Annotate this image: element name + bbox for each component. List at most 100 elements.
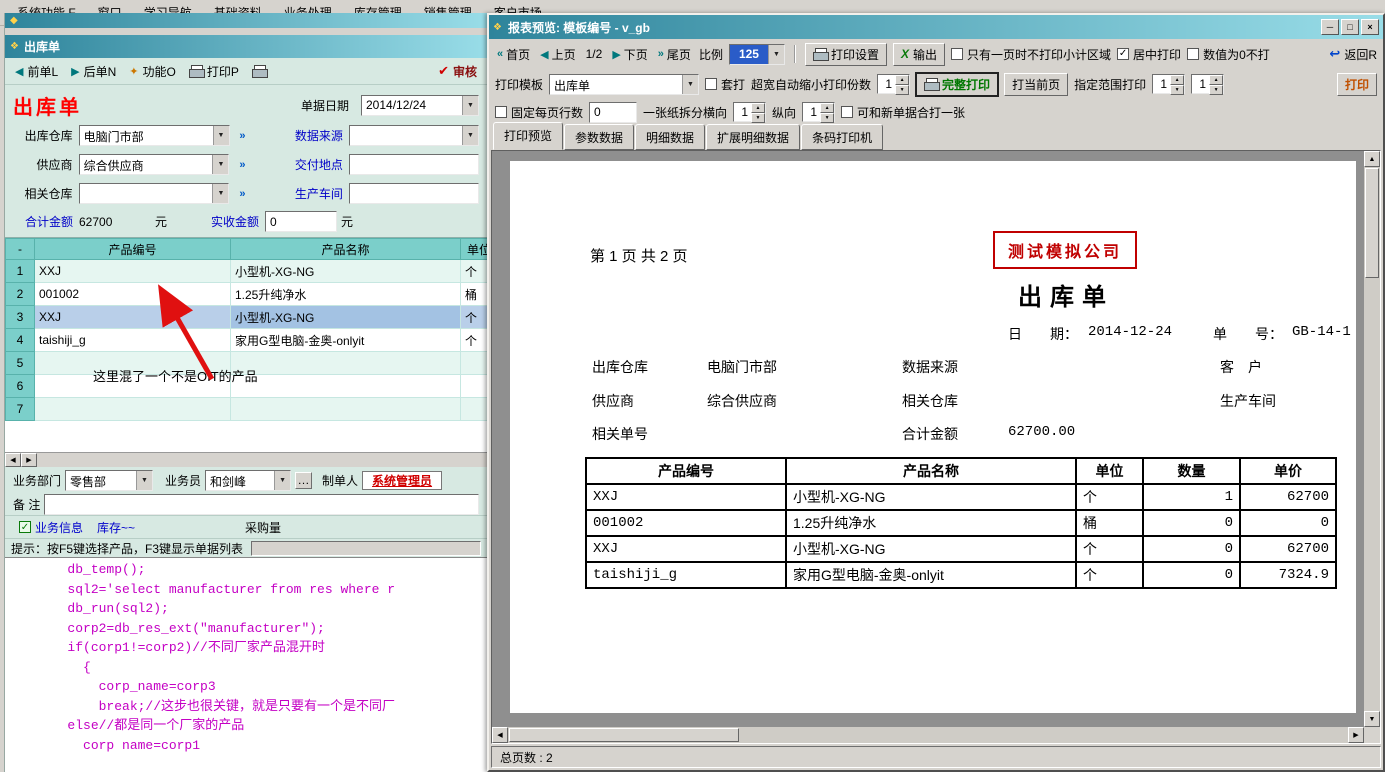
audit-button[interactable]: ✔ 审核 — [435, 61, 480, 82]
dept-combo[interactable]: 零售部 ▼ — [65, 470, 153, 491]
order-window-titlebar[interactable]: ❖ 出库单 — [5, 35, 487, 58]
scroll-left-icon[interactable]: ◀ — [5, 453, 21, 467]
scroll-left-icon[interactable]: ◀ — [492, 727, 508, 743]
scroll-right-icon[interactable]: ▶ — [1348, 727, 1364, 743]
spinner-up-icon[interactable]: ▲ — [1170, 75, 1184, 85]
paid-amount-value: 0 — [270, 215, 277, 229]
spinner-down-icon[interactable]: ▼ — [895, 85, 909, 95]
split-vertical-stepper[interactable]: 1 ▲▼ — [802, 102, 835, 122]
more-button[interactable]: … — [295, 472, 312, 489]
scroll-right-icon[interactable]: ▶ — [21, 453, 37, 467]
memo-input[interactable] — [44, 494, 479, 515]
full-print-button[interactable]: 完整打印 — [916, 73, 998, 96]
prev-page-button[interactable]: ◀ 上页 — [538, 44, 577, 65]
spinner-up-icon[interactable]: ▲ — [1209, 75, 1223, 85]
back-button[interactable]: ↩ 返回R — [1329, 46, 1377, 63]
col-header-index[interactable]: - — [6, 239, 35, 260]
print-button[interactable]: 打印 — [1337, 73, 1377, 96]
first-page-button[interactable]: « 首页 — [495, 44, 532, 65]
print-button[interactable]: 打印P — [186, 61, 242, 82]
supplier-combo[interactable]: 综合供应商 ▼ — [79, 154, 230, 175]
table-row[interactable]: 4taishiji_g 家用G型电脑-金奥-onlyit个 — [6, 329, 488, 352]
function-button[interactable]: ✦ 功能O — [126, 61, 179, 82]
parent-window-titlebar[interactable]: ◆ — [5, 13, 487, 28]
report-window-icon: ❖ — [493, 22, 502, 33]
tab-parameter-data[interactable]: 参数数据 — [564, 124, 634, 150]
col-header-product-name[interactable]: 产品名称 — [231, 239, 461, 260]
paid-amount-input[interactable]: 0 — [265, 211, 337, 232]
table-row[interactable]: 1XXJ 小型机-XG-NG个 — [6, 260, 488, 283]
no-subtotal-checkbox[interactable]: 只有一页时不打印小计区域 — [951, 46, 1111, 63]
range-from-stepper[interactable]: 1 ▲▼ — [1152, 74, 1185, 94]
prev-record-button[interactable]: ◀ 前单L — [12, 61, 61, 82]
spinner-up-icon[interactable]: ▲ — [751, 103, 765, 113]
copies-stepper[interactable]: 1 ▲▼ — [877, 74, 910, 94]
lookup-icon[interactable]: » — [234, 127, 252, 144]
zero-no-print-checkbox[interactable]: 数值为0不打 — [1187, 46, 1270, 63]
minimize-button[interactable]: ─ — [1321, 19, 1339, 35]
print-setup-button[interactable]: 打印设置 — [805, 43, 887, 66]
spinner-up-icon[interactable]: ▲ — [895, 75, 909, 85]
range-to-stepper[interactable]: 1 ▲▼ — [1191, 74, 1224, 94]
spinner-down-icon[interactable]: ▼ — [1170, 85, 1184, 95]
preview-horizontal-scrollbar[interactable]: ◀ ▶ — [492, 727, 1364, 743]
scroll-down-icon[interactable]: ▼ — [1364, 711, 1380, 727]
tab-inventory[interactable]: 库存~~ — [97, 519, 135, 536]
warehouse-combo[interactable]: 电脑门市部 ▼ — [79, 125, 230, 146]
spinner-down-icon[interactable]: ▼ — [1209, 85, 1223, 95]
col-header-unit[interactable]: 单位 — [461, 239, 488, 260]
table-row-selected[interactable]: 3XXJ 小型机-XG-NG个 — [6, 306, 488, 329]
lookup-icon[interactable]: » — [233, 185, 251, 202]
tab-detail-data[interactable]: 明细数据 — [635, 124, 705, 150]
page-layout-toolbar: 固定每页行数 0 一张纸拆分横向 1 ▲▼ 纵向 1 ▲▼ 可和新单据合打一张 — [489, 99, 1383, 125]
delivery-place-input[interactable] — [349, 154, 479, 175]
printer-icon — [924, 78, 938, 90]
clerk-combo[interactable]: 和剑峰 ▼ — [205, 470, 291, 491]
center-print-checkbox[interactable]: ✓ 居中打印 — [1117, 46, 1181, 63]
col-header-product-code[interactable]: 产品编号 — [35, 239, 231, 260]
workshop-input[interactable] — [349, 183, 479, 204]
data-source-combo[interactable]: ▼ — [349, 125, 479, 146]
fixed-rows-input[interactable]: 0 — [589, 102, 637, 123]
maximize-button[interactable]: □ — [1341, 19, 1359, 35]
merge-print-checkbox[interactable]: 可和新单据合打一张 — [841, 104, 965, 121]
zoom-combo[interactable]: 125 ▼ — [729, 44, 785, 65]
related-warehouse-combo[interactable]: ▼ — [79, 183, 230, 204]
split-horizontal-stepper[interactable]: 1 ▲▼ — [733, 102, 766, 122]
overlay-print-checkbox[interactable]: 套打 — [705, 76, 745, 93]
scroll-up-icon[interactable]: ▲ — [1364, 151, 1380, 167]
printer-icon — [252, 65, 266, 77]
split-vertical-value: 1 — [803, 103, 820, 121]
tab-extended-detail-data[interactable]: 扩展明细数据 — [706, 124, 800, 150]
next-record-button[interactable]: ▶ 后单N — [68, 61, 119, 82]
export-button[interactable]: X 输出 — [893, 43, 945, 66]
print-current-page-button[interactable]: 打当前页 — [1004, 73, 1068, 96]
split-horizontal-value: 1 — [734, 103, 751, 121]
scrollbar-thumb[interactable] — [509, 728, 739, 742]
lookup-icon[interactable]: » — [233, 156, 251, 173]
spinner-up-icon[interactable]: ▲ — [820, 103, 834, 113]
close-button[interactable]: × — [1361, 19, 1379, 35]
spinner-down-icon[interactable]: ▼ — [820, 113, 834, 123]
code-editor[interactable]: db_temp(); sql2='select manufacturer fro… — [5, 557, 487, 772]
template-combo[interactable]: 出库单 ▼ — [549, 74, 699, 95]
tab-barcode-printer[interactable]: 条码打印机 — [801, 124, 883, 150]
quick-print-button[interactable] — [249, 63, 269, 79]
report-window-titlebar[interactable]: ❖ 报表预览: 模板编号 - v_gb ─ □ × — [489, 15, 1383, 39]
fixed-rows-checkbox[interactable]: 固定每页行数 — [495, 104, 583, 121]
last-page-button[interactable]: » 尾页 — [656, 44, 693, 65]
preview-vertical-scrollbar[interactable]: ▲ ▼ — [1364, 151, 1380, 727]
grid-horizontal-scrollbar[interactable]: ◀ ▶ — [5, 452, 487, 467]
spinner-down-icon[interactable]: ▼ — [751, 113, 765, 123]
scrollbar-track[interactable] — [37, 453, 487, 467]
rpt-related-warehouse-label: 相关仓库 — [902, 391, 958, 411]
tab-print-preview[interactable]: 打印预览 — [493, 122, 563, 150]
next-page-button[interactable]: ▶ 下页 — [610, 44, 649, 65]
scrollbar-thumb[interactable] — [1365, 168, 1379, 278]
order-date-combo[interactable]: 2014/12/24 ▼ — [361, 95, 479, 116]
tab-purchase-qty[interactable]: 采购量 — [245, 519, 281, 536]
hint-text: 提示：按F5键选择产品，F3键显示单据列表 — [11, 540, 243, 557]
tab-business-info[interactable]: ✓ 业务信息 — [19, 519, 83, 536]
table-row[interactable]: 2001002 1.25升纯净水桶 — [6, 283, 488, 306]
table-row[interactable]: 7 — [6, 398, 488, 421]
